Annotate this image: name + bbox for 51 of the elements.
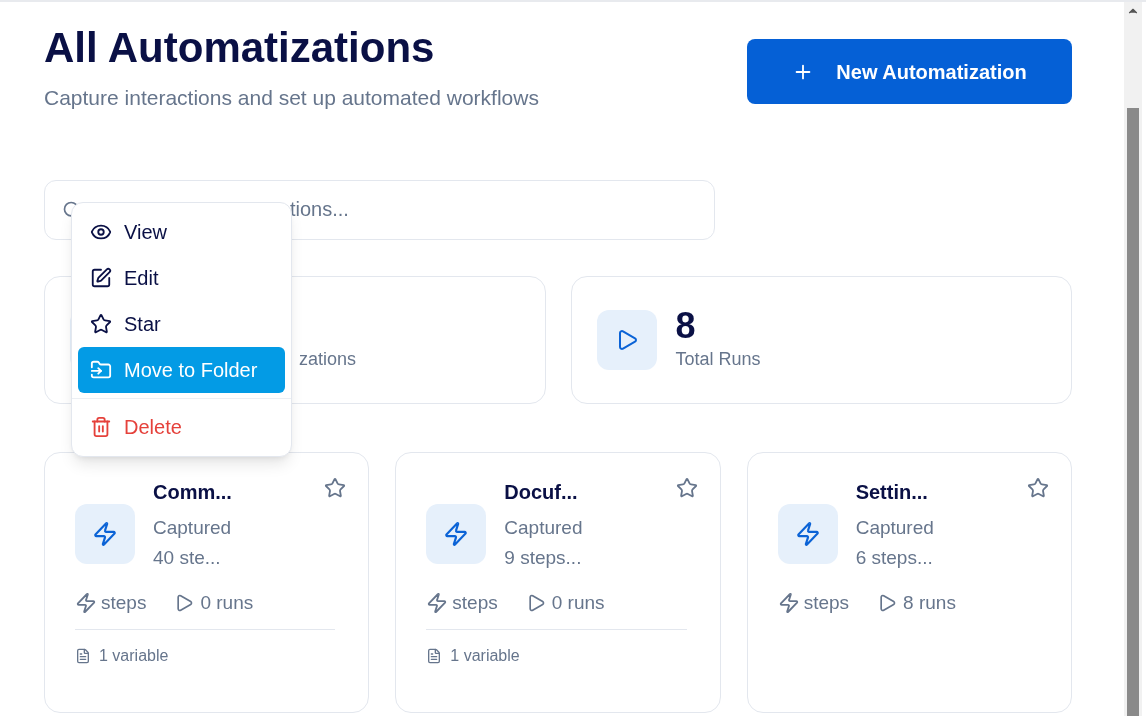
- star-button[interactable]: [675, 476, 698, 499]
- menu-item[interactable]: Star: [78, 301, 285, 347]
- lightning-icon: [443, 520, 470, 547]
- variable-count: 1 variable: [99, 646, 169, 666]
- document-icon: [426, 648, 443, 664]
- steps-label: steps: [101, 590, 147, 615]
- stat-label: Total Runs: [675, 348, 761, 371]
- card-summary: 9 steps...: [504, 545, 583, 570]
- lightning-icon: [426, 591, 449, 614]
- star-button[interactable]: [324, 476, 347, 499]
- lightning-icon: [75, 591, 97, 614]
- steps-label: steps: [803, 590, 850, 615]
- menu-item[interactable]: Edit: [78, 255, 285, 301]
- card-title: Comm...: [153, 479, 233, 505]
- trash-icon: [90, 416, 112, 438]
- runs-count: 0 runs: [200, 590, 254, 615]
- lightning-icon: [777, 591, 800, 614]
- document-icon: [75, 648, 91, 664]
- card-status: Captured: [855, 515, 935, 540]
- page-subtitle: Capture interactions and set up automated workflows: [44, 85, 539, 111]
- steps-label: steps: [452, 590, 498, 615]
- play-icon: [174, 592, 195, 613]
- star-icon: [1027, 476, 1049, 499]
- stat-value: 8: [675, 306, 697, 346]
- card-title: Docuf...: [504, 479, 579, 505]
- folder-icon: [90, 359, 112, 381]
- star-icon: [675, 476, 698, 499]
- automation-card[interactable]: Comm... Captured 40 ste... steps 0 runs 1 variable: [44, 451, 370, 713]
- runs-count: 0 runs: [551, 590, 605, 615]
- star-button[interactable]: [1027, 476, 1049, 499]
- edit-icon: [90, 267, 112, 289]
- star-icon: [90, 313, 112, 335]
- play-icon: [877, 592, 898, 613]
- automation-card[interactable]: Settin... Captured 6 steps... steps 8 runs: [746, 451, 1072, 713]
- menu-item[interactable]: Delete: [78, 404, 285, 450]
- lightning-icon: [92, 520, 118, 547]
- automation-card[interactable]: Docuf... Captured 9 steps... steps 0 runs 1 variable: [395, 451, 721, 713]
- card-summary: 6 steps...: [855, 545, 934, 570]
- card-status: Captured: [504, 515, 584, 540]
- scrollbar[interactable]: [1124, 2, 1142, 716]
- new-automatization-button[interactable]: New Automatization: [747, 39, 1072, 104]
- stat-label: zations: [299, 348, 357, 371]
- page-title: All Automatizations: [44, 23, 436, 73]
- card-status: Captured: [153, 515, 233, 540]
- card-summary: 40 ste...: [153, 545, 222, 570]
- runs-count: 8 runs: [903, 590, 956, 615]
- lightning-icon: [794, 520, 821, 547]
- scrollbar-thumb[interactable]: [1127, 108, 1139, 716]
- variable-count: 1 variable: [450, 646, 520, 666]
- card-title: Settin...: [855, 479, 929, 505]
- star-icon: [324, 476, 347, 499]
